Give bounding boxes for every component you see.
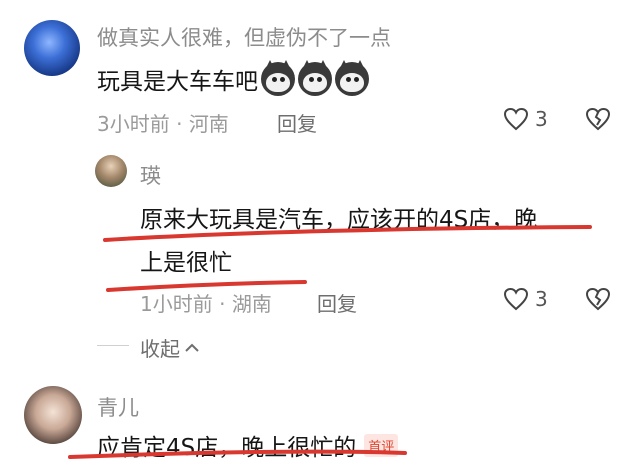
underline-3 (68, 449, 407, 459)
underline-1 (103, 225, 592, 242)
red-underline-annotations (68, 225, 592, 459)
underline-2 (106, 280, 307, 292)
